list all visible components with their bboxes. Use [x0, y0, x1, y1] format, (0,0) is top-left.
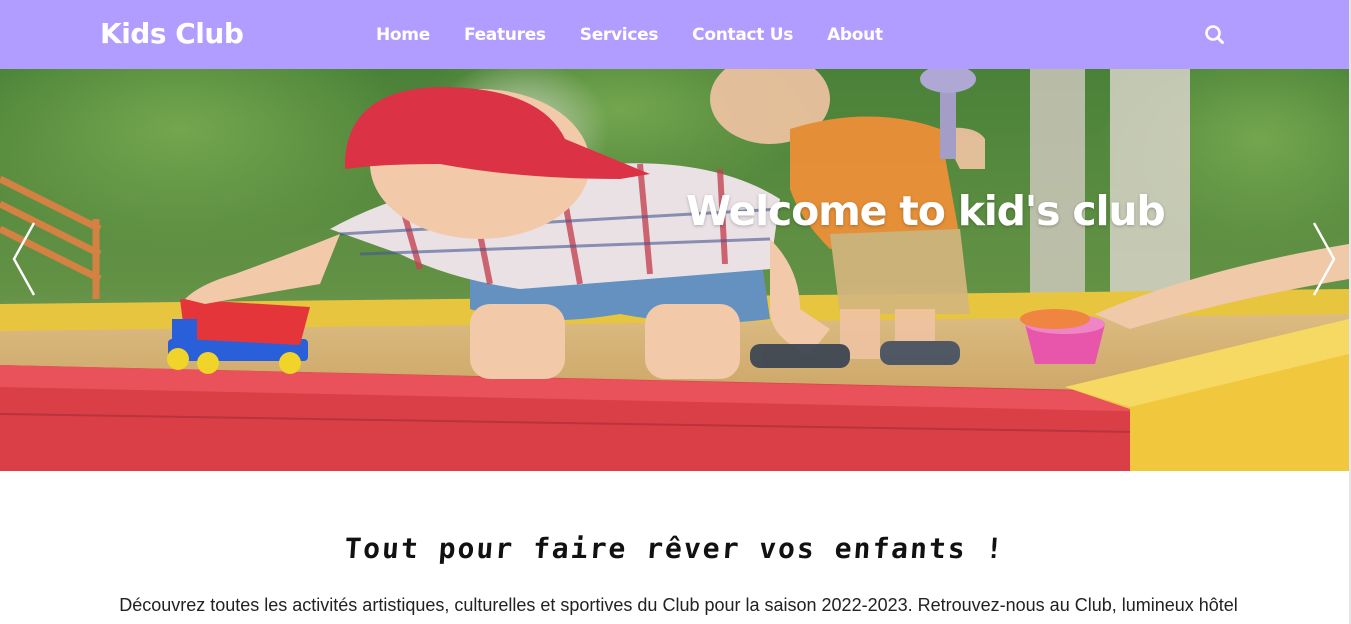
hero-carousel: Welcome to kid's club — [0, 69, 1349, 471]
section-title: Tout pour faire rêver vos enfants ! — [343, 532, 1006, 565]
nav-link-contact-us[interactable]: Contact Us — [684, 25, 801, 45]
nav-link-about[interactable]: About — [819, 25, 891, 45]
brand-logo[interactable]: Kids Club — [100, 14, 244, 54]
search-button[interactable] — [1202, 22, 1228, 48]
hero-caption: Welcome to kid's club — [686, 187, 1166, 235]
chevron-left-icon — [12, 222, 36, 296]
search-icon — [1205, 25, 1224, 44]
carousel-prev-button[interactable] — [8, 219, 38, 299]
nav-link-services[interactable]: Services — [572, 25, 666, 45]
nav-menu: Home Features Services Contact Us About — [368, 0, 909, 69]
nav-link-features[interactable]: Features — [456, 25, 554, 45]
chevron-right-icon — [1312, 222, 1336, 296]
nav-link-home[interactable]: Home — [368, 25, 438, 45]
intro-paragraph: Découvrez toutes les activités artistiqu… — [119, 595, 1238, 615]
hero-image — [0, 69, 1349, 471]
top-navbar: Kids Club Home Features Services Contact… — [0, 0, 1349, 69]
carousel-next-button[interactable] — [1310, 219, 1340, 299]
